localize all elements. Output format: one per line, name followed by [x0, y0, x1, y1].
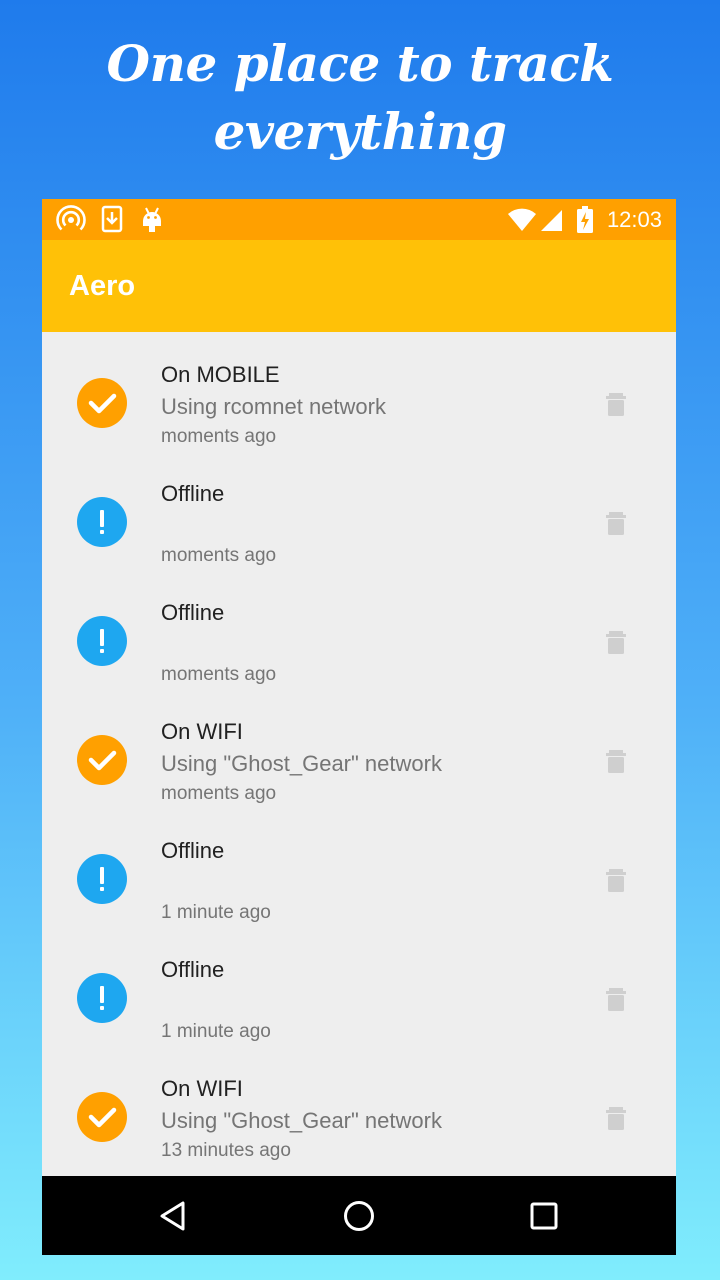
headline-line-1: One place to track — [106, 34, 614, 93]
delete-icon[interactable] — [602, 629, 630, 657]
phone-screen: 12:03 Aero On MOBILE Using rcomnet netwo… — [42, 199, 676, 1255]
wifi-signal-icon — [507, 208, 537, 237]
android-icon — [140, 205, 164, 240]
promo-headline: One place to track everything — [0, 30, 720, 166]
app-bar: Aero — [42, 240, 676, 332]
home-icon[interactable] — [339, 1196, 379, 1236]
download-icon — [100, 205, 124, 240]
check-icon — [77, 1092, 127, 1142]
navigation-bar — [42, 1176, 676, 1255]
app-title: Aero — [69, 270, 136, 302]
delete-icon[interactable] — [602, 391, 630, 419]
back-icon[interactable] — [154, 1196, 194, 1236]
event-subtitle: Using rcomnet network — [161, 394, 386, 419]
event-row[interactable]: Offline 1 minute ago — [42, 831, 676, 950]
check-icon — [77, 735, 127, 785]
delete-icon[interactable] — [602, 748, 630, 776]
exclamation-icon — [77, 497, 127, 547]
event-title: On MOBILE — [161, 362, 280, 387]
event-row[interactable]: On MOBILE Using rcomnet network moments … — [42, 355, 676, 474]
event-title: Offline — [161, 838, 225, 863]
status-bar: 12:03 — [42, 199, 676, 240]
delete-icon[interactable] — [602, 1105, 630, 1133]
event-time: 1 minute ago — [161, 902, 271, 923]
event-row[interactable]: Offline moments ago — [42, 593, 676, 712]
event-subtitle: Using "Ghost_Gear" network — [161, 1108, 442, 1133]
event-row[interactable]: Offline moments ago — [42, 474, 676, 593]
event-time: 1 minute ago — [161, 1021, 271, 1042]
check-icon — [77, 378, 127, 428]
wireless-hotspot-icon — [56, 205, 86, 240]
battery-charging-icon — [576, 206, 594, 239]
delete-icon[interactable] — [602, 510, 630, 538]
event-time: moments ago — [161, 664, 277, 685]
event-time: moments ago — [161, 783, 277, 804]
event-title: Offline — [161, 481, 225, 506]
event-subtitle: Using "Ghost_Gear" network — [161, 751, 442, 776]
event-title: Offline — [161, 600, 225, 625]
event-time: 13 minutes ago — [161, 1140, 291, 1161]
cell-signal-icon — [540, 208, 564, 237]
recents-icon[interactable] — [524, 1196, 564, 1236]
exclamation-icon — [77, 616, 127, 666]
delete-icon[interactable] — [602, 867, 630, 895]
event-title: Offline — [161, 957, 225, 982]
event-title: On WIFI — [161, 719, 243, 744]
exclamation-icon — [77, 854, 127, 904]
event-row[interactable]: On WIFI Using "Ghost_Gear" network 13 mi… — [42, 1069, 676, 1188]
event-time: moments ago — [161, 426, 277, 447]
delete-icon[interactable] — [602, 986, 630, 1014]
event-row[interactable]: On WIFI Using "Ghost_Gear" network momen… — [42, 712, 676, 831]
exclamation-icon — [77, 973, 127, 1023]
event-title: On WIFI — [161, 1076, 243, 1101]
event-time: moments ago — [161, 545, 277, 566]
event-row[interactable]: Offline 1 minute ago — [42, 950, 676, 1069]
status-bar-clock: 12:03 — [606, 207, 662, 232]
event-list[interactable]: On MOBILE Using rcomnet network moments … — [42, 332, 676, 1188]
headline-line-2: everything — [213, 102, 507, 161]
